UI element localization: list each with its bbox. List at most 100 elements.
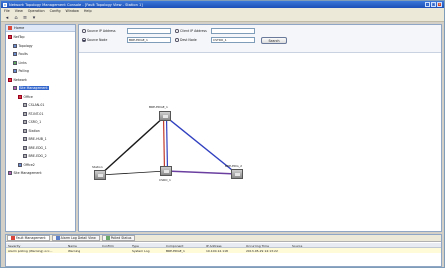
tree-node-icon [23,145,27,150]
topology-canvas: BRE-EDGE_1 Station CSRO_1 BRE-EDG_2 [79,53,441,231]
col-type[interactable]: Type [132,244,139,248]
col-confirm[interactable]: Confirm [102,244,114,248]
main-window: Network Topology Management Console - [F… [0,0,445,268]
tree-item[interactable]: Topology [13,43,33,48]
tab-alarm-log[interactable]: Alarm Log Detail View [51,235,100,241]
tab-label: Fault Management [16,236,46,240]
cell-severity: Alarm polling (Warning) occ... [8,248,53,253]
dest-node-input[interactable]: CSTRO_1 [211,37,255,43]
client-ip-radio[interactable] [175,29,179,33]
tree-item-label: BRE-EDG_2 [28,154,47,158]
tree-item[interactable]: Office2 [18,162,35,167]
source-node-option[interactable]: Source Node [82,38,107,42]
tree-item[interactable]: BRE-EDG_1 [23,145,47,150]
tree-item[interactable]: CSRO_1 [23,120,41,124]
tab-label: Alarm Log Detail View [60,236,96,240]
menu-operation[interactable]: Operation [28,9,45,13]
tree-node-icon [23,137,27,141]
bottom-panel: Fault Management Alarm Log Detail View P… [5,234,442,267]
tab-label: Polled Status [110,236,132,240]
tree-item[interactable]: Station [23,128,40,133]
close-button[interactable]: × [437,2,442,7]
tree-node-icon [8,171,12,175]
link-left-center[interactable] [99,170,167,176]
col-severity[interactable]: Severity [8,244,20,248]
menu-view[interactable]: View [15,9,23,13]
tree-item[interactable]: RT-INT-01 [23,111,43,116]
source-ip-input[interactable] [127,28,171,34]
back-icon[interactable]: ◂ [4,15,10,21]
tree-header-label: Home [14,26,25,30]
tree-node-icon [23,128,27,133]
tree-item-label: Links [18,60,27,65]
node-hub[interactable] [159,111,171,121]
node-center[interactable] [160,166,172,176]
tree-item-label: Station [28,128,40,133]
source-node-input[interactable]: BRE-EDGE_1 [127,37,171,43]
tool-icon[interactable]: ▾ [31,15,37,21]
tree-item[interactable]: CSLAN-01 [23,103,44,107]
home-icon[interactable]: ⌂ [13,15,19,21]
tree-item[interactable]: Site Management [13,86,49,90]
topology-panel: Source IP Address Client IP Address Sour… [78,24,442,232]
tree-item[interactable]: BRE-HUB_1 [23,137,47,141]
client-ip-input[interactable] [211,28,255,34]
col-occurring-time[interactable]: Occurring Time [246,244,269,248]
tree-node-icon [18,162,22,167]
search-button[interactable]: Search [261,37,287,44]
tree-node-icon [23,154,27,158]
col-name[interactable]: Name [68,244,77,248]
tree-item[interactable]: Faults [13,52,28,56]
cell-name: Warning [68,248,81,253]
tree-item[interactable]: Office [18,94,33,99]
tree-item[interactable]: Network [8,77,27,82]
topology-links [99,115,238,176]
link-center-right[interactable] [165,170,238,175]
home-icon [8,26,12,30]
dest-node-label: Dest Node [180,38,197,42]
tree-item-label: NetTop [13,35,25,39]
source-ip-option[interactable]: Source IP Address [82,29,116,33]
link-hub-center-blue[interactable] [165,115,169,172]
menu-window[interactable]: Window [66,9,79,13]
tree-item-label: Topology [18,43,33,48]
node-right[interactable] [231,169,243,179]
tree-item-label: Site Management [18,86,49,90]
tree-item[interactable]: Site Management [8,171,42,175]
tree-node-icon [23,111,27,116]
link-hub-center-red[interactable] [162,115,166,172]
menu-help[interactable]: Help [84,9,92,13]
tab-polled-status[interactable]: Polled Status [101,235,136,241]
source-node-label: Source Node [87,38,108,42]
link-hub-left[interactable] [99,115,166,176]
tree-item[interactable]: Polling [13,69,29,73]
menu-file[interactable]: File [4,9,10,13]
cell-occurring-time: 2013-05-29 14:13:22 [246,248,278,253]
maximize-button[interactable]: □ [431,2,436,7]
tree-item-label: BRE-EDG_1 [28,145,47,150]
tree-node-icon [18,94,22,99]
title-bar: Network Topology Management Console - [F… [1,1,444,8]
tree-item[interactable]: Links [13,60,27,65]
navigation-tree-panel: Home NetTop Topology Faults Links Polling Net… [5,24,76,232]
dest-node-option[interactable]: Dest Node [175,38,197,42]
filter-area: Source IP Address Client IP Address Sour… [79,25,441,53]
tree-item[interactable]: BRE-EDG_2 [23,154,47,158]
source-ip-radio[interactable] [82,29,86,33]
tree-item-label: Office [23,94,33,99]
filter-icon[interactable]: ≡ [22,15,28,21]
tab-fault-management[interactable]: Fault Management [7,235,50,241]
client-ip-option[interactable]: Client IP Address [175,29,207,33]
table-row[interactable]: Alarm polling (Warning) occ... Warning S… [6,248,441,253]
dest-node-radio[interactable] [175,38,179,42]
col-source[interactable]: Source [292,244,302,248]
col-ip-address[interactable]: IP Address [206,244,222,248]
minimize-button[interactable]: – [425,2,430,7]
menu-config[interactable]: Config [50,9,61,13]
col-component[interactable]: Component [166,244,183,248]
tree-item[interactable]: NetTop [8,35,24,39]
source-node-radio[interactable] [82,38,86,42]
tree-item-label: Office2 [23,162,35,167]
node-left[interactable] [94,170,106,180]
tree-node-icon [23,103,27,107]
